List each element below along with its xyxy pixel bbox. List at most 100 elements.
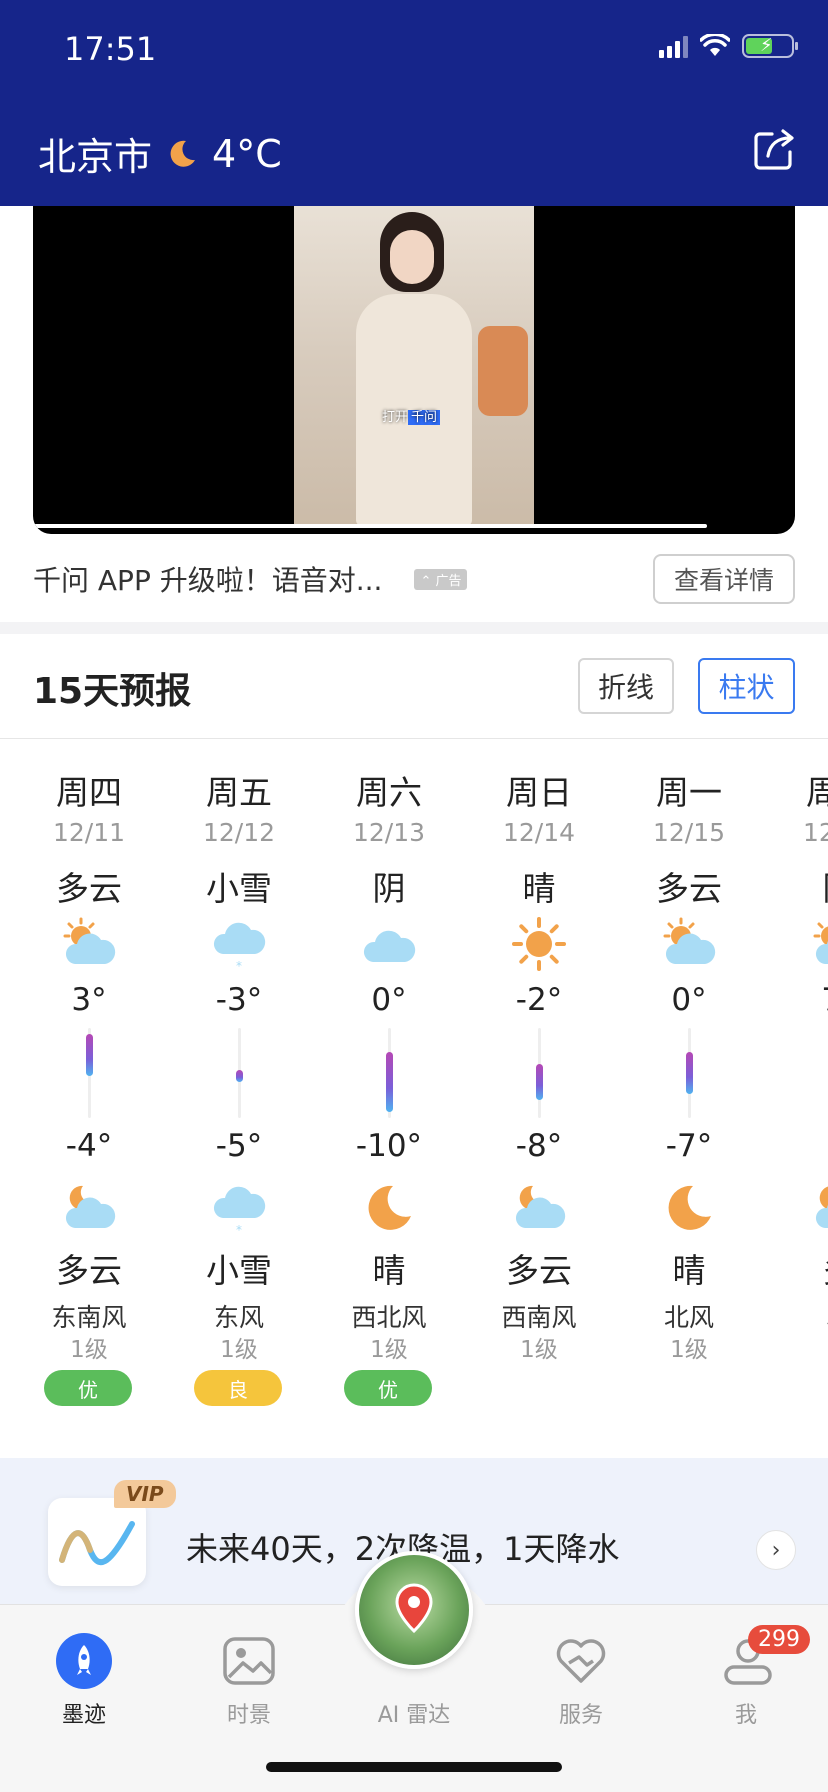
- vip-tag: VIP: [114, 1480, 176, 1508]
- high-temp: 7°: [764, 982, 828, 1018]
- partly-cloudy-night-icon: [509, 1180, 569, 1236]
- day-date: 12/11: [52, 818, 126, 847]
- low-temp: -10°: [355, 1128, 423, 1164]
- wind-level: 1级: [70, 1337, 108, 1363]
- status-icons: ⚡: [659, 34, 798, 58]
- tab-label: AI 雷达: [377, 1703, 451, 1728]
- wind-level: 1级: [520, 1337, 558, 1363]
- night-condition: 多云: [56, 1251, 122, 1290]
- svg-text:*: *: [236, 959, 242, 972]
- day-condition: 多云: [656, 869, 722, 908]
- share-icon[interactable]: [752, 126, 798, 172]
- radar-map-icon[interactable]: [355, 1551, 473, 1669]
- wind-level: 1级: [220, 1337, 258, 1363]
- forecast-day[interactable]: 周二 12/16 阴 7° - 多北1: [764, 750, 828, 1420]
- day-of-week: 周日: [506, 773, 572, 812]
- status-time: 17:51: [64, 30, 157, 68]
- view-details-button[interactable]: 查看详情: [653, 554, 795, 604]
- moon-icon: [659, 1180, 719, 1236]
- ad-video[interactable]: 打开 千问: [33, 206, 795, 534]
- tab-label: 时景: [226, 1703, 271, 1728]
- partly-cloudy-night-icon: [809, 1180, 828, 1236]
- tab-label: 服务: [558, 1703, 603, 1728]
- battery-icon: ⚡: [742, 34, 798, 58]
- forecast-scroll[interactable]: 周四 12/11 多云 3° -4° 多云 东南风 1级优 周五 12/12 小雪 * -3° -5° * 小…: [0, 750, 828, 1420]
- wind-direction: 东南风: [51, 1303, 127, 1332]
- wifi-icon: [700, 34, 730, 56]
- ad-badge: ⌃ 广告: [414, 568, 468, 590]
- day-condition: 小雪: [206, 869, 272, 908]
- forecast-divider: [0, 738, 828, 739]
- ad-video-frame: 打开 千问: [294, 206, 534, 526]
- low-temp: -: [764, 1128, 828, 1164]
- forecast-day[interactable]: 周日 12/14 晴 -2° -8° 多云 西南风 1级: [464, 750, 614, 1420]
- overcast-icon: [359, 916, 419, 972]
- chevron-right-icon[interactable]: ›: [756, 1530, 796, 1570]
- bar-mode-button[interactable]: 柱状: [698, 658, 795, 714]
- partly-cloudy-day-icon: [659, 916, 719, 972]
- day-of-week: 周一: [656, 773, 722, 812]
- night-condition: 晴: [672, 1251, 706, 1290]
- tab-service[interactable]: 服务: [521, 1633, 641, 1733]
- tab-moji[interactable]: 墨迹: [24, 1633, 144, 1733]
- ad-video-caption: 打开 千问: [382, 406, 441, 425]
- wind-direction: 东风: [213, 1303, 264, 1332]
- wind-direction: 北: [764, 1298, 828, 1334]
- sun-icon: [509, 916, 569, 972]
- low-temp: -4°: [65, 1128, 113, 1164]
- day-date: 12/13: [352, 818, 426, 847]
- partly-cloudy-day-icon: [809, 916, 828, 972]
- light-snow-icon: *: [209, 1180, 269, 1237]
- high-temp: 0°: [671, 982, 707, 1018]
- day-condition: 晴: [522, 869, 556, 908]
- low-temp: -8°: [515, 1128, 563, 1164]
- forecast-day[interactable]: 周四 12/11 多云 3° -4° 多云 东南风 1级优: [14, 750, 164, 1420]
- partly-cloudy-day-icon: [59, 916, 119, 972]
- day-condition: 阴: [764, 862, 828, 910]
- wind-direction: 北风: [663, 1303, 714, 1332]
- high-temp: 0°: [371, 982, 407, 1018]
- ad-info-row: 千问 APP 升级啦！语音对... ⌃ 广告 查看详情: [33, 552, 795, 606]
- section-divider: [0, 622, 828, 634]
- app-header: 17:51 ⚡ 北京市 4°C: [0, 0, 828, 206]
- rocket-icon: [56, 1633, 112, 1689]
- forecast-day[interactable]: 周一 12/15 多云 0° -7° 晴北风 1级: [614, 750, 764, 1420]
- light-snow-icon: *: [209, 916, 269, 973]
- tab-ai-radar[interactable]: AI 雷达: [354, 1551, 474, 1733]
- high-temp: 3°: [71, 982, 107, 1018]
- day-condition: 阴: [372, 869, 406, 908]
- current-temp: 4°C: [212, 131, 282, 176]
- high-temp: -2°: [515, 982, 563, 1018]
- wind-direction: 西南风: [501, 1303, 577, 1332]
- day-of-week: 周六: [356, 773, 422, 812]
- forecast-day[interactable]: 周五 12/12 小雪 * -3° -5° * 小雪 东风 1级良: [164, 750, 314, 1420]
- night-condition: 多云: [506, 1251, 572, 1290]
- temp-range-bar: [686, 1052, 693, 1094]
- day-date: 12/16: [802, 818, 828, 847]
- ad-title[interactable]: 千问 APP 升级啦！语音对...: [33, 559, 382, 599]
- tab-scene[interactable]: 时景: [189, 1633, 309, 1733]
- tab-label: 我: [734, 1703, 757, 1728]
- wind-direction: 西北风: [351, 1303, 427, 1332]
- home-indicator: [266, 1762, 562, 1772]
- aqi-badge: 优: [44, 1370, 132, 1406]
- day-date: 12/15: [652, 818, 726, 847]
- wind-level: 1: [764, 1330, 828, 1356]
- partly-cloudy-night-icon: [59, 1180, 119, 1236]
- image-icon: [223, 1637, 275, 1685]
- city-name[interactable]: 北京市: [38, 126, 152, 181]
- night-condition: 多: [764, 1244, 828, 1292]
- city-row[interactable]: 北京市 4°C: [38, 126, 282, 181]
- forecast-day[interactable]: 周六 12/13 阴 0° -10° 晴西北风 1级优: [314, 750, 464, 1420]
- line-mode-button[interactable]: 折线: [578, 658, 674, 714]
- day-of-week: 周二: [806, 773, 828, 812]
- night-condition: 小雪: [206, 1251, 272, 1290]
- moon-icon: [359, 1180, 419, 1236]
- trend-chart-icon: [48, 1498, 146, 1586]
- temp-range-bar: [386, 1052, 393, 1112]
- aqi-badge: 优: [344, 1370, 432, 1406]
- signal-icon: [659, 34, 688, 58]
- low-temp: -5°: [215, 1128, 263, 1164]
- wind-level: 1级: [370, 1337, 408, 1363]
- day-condition: 多云: [56, 869, 122, 908]
